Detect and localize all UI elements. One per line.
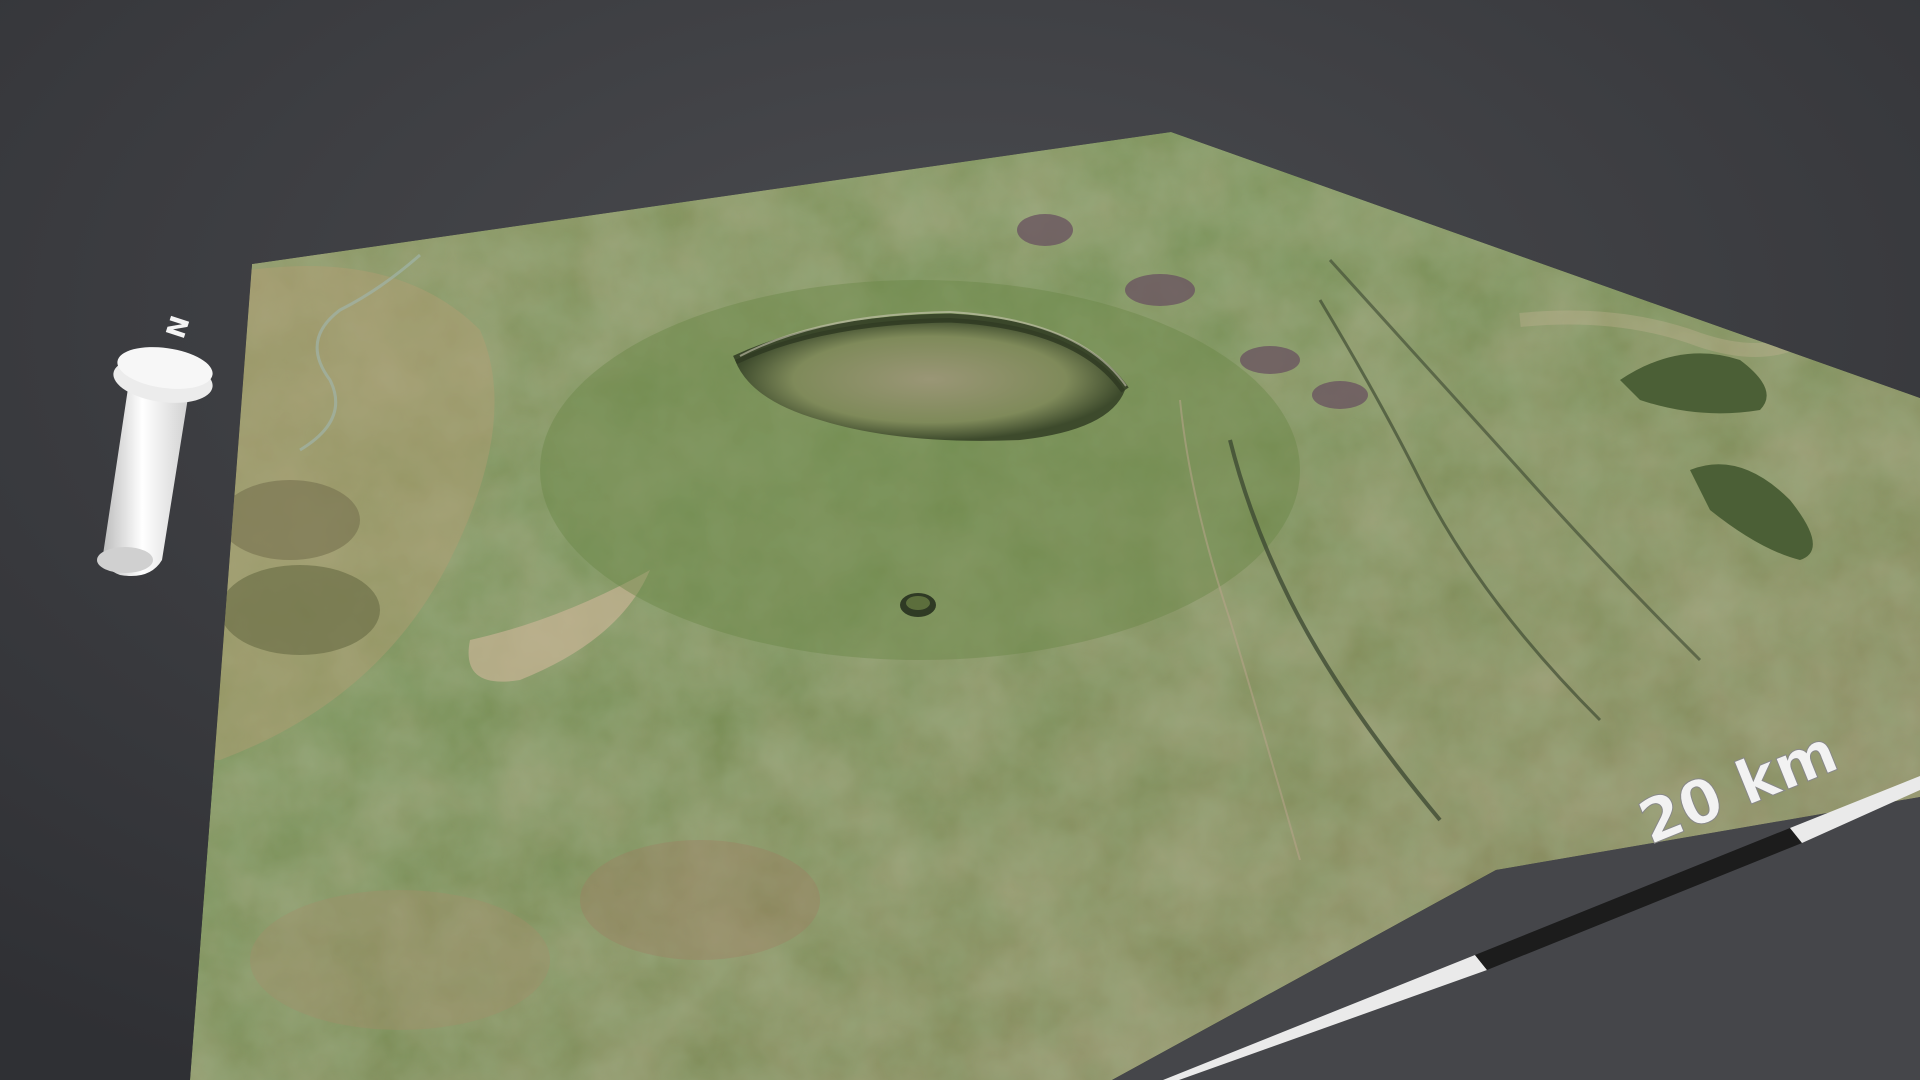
lava-flow [1017, 214, 1073, 246]
soil-patch [250, 890, 550, 1030]
soil-patch [580, 840, 820, 960]
terrain-scene[interactable]: N 20 km [0, 0, 1920, 1080]
small-crater-floor [906, 596, 930, 610]
map-viewport[interactable]: N 20 km [0, 0, 1920, 1080]
lava-flow [1312, 381, 1368, 409]
lava-flow [1240, 346, 1300, 374]
lava-lobe [220, 565, 380, 655]
lava-flow [1125, 274, 1195, 306]
lava-lobe [220, 480, 360, 560]
